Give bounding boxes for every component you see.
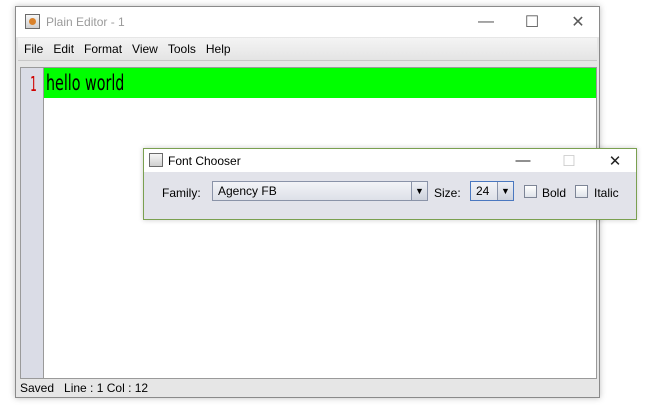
menu-view[interactable]: View	[126, 38, 162, 56]
window-title: Plain Editor - 1	[46, 15, 125, 29]
line-number: 1	[30, 72, 37, 96]
chevron-down-icon[interactable]: ▼	[411, 182, 427, 200]
current-line-highlight[interactable]: hello world	[44, 68, 596, 98]
close-button[interactable]: ✕	[555, 7, 601, 37]
minimize-button[interactable]: —	[463, 7, 509, 37]
menu-edit[interactable]: Edit	[47, 38, 78, 56]
menu-bar: File Edit Format View Tools Help	[18, 38, 597, 61]
dialog-minimize-button[interactable]: —	[500, 149, 546, 172]
italic-checkbox[interactable]	[575, 185, 588, 198]
editor-line-text[interactable]: hello world	[46, 71, 124, 95]
maximize-button[interactable]: ☐	[509, 7, 555, 37]
family-label: Family:	[162, 186, 201, 200]
font-chooser-dialog: Font Chooser — ☐ ✕ Family: Agency FB ▼ S…	[143, 148, 637, 220]
java-app-icon	[25, 14, 40, 29]
italic-label[interactable]: Italic	[594, 186, 619, 200]
status-bar: Saved Line : 1 Col : 12	[20, 381, 149, 395]
line-number-gutter: 1	[21, 68, 44, 378]
java-app-icon	[149, 153, 163, 167]
dialog-maximize-button[interactable]: ☐	[546, 149, 592, 172]
menu-format[interactable]: Format	[78, 38, 126, 56]
text-editor[interactable]: 1 hello world	[20, 67, 597, 379]
bold-label[interactable]: Bold	[542, 186, 566, 200]
family-select[interactable]: Agency FB ▼	[212, 181, 428, 201]
menu-file[interactable]: File	[18, 38, 47, 56]
dialog-title-bar[interactable]: Font Chooser — ☐ ✕	[144, 149, 636, 172]
size-value: 24	[476, 184, 490, 198]
bold-checkbox[interactable]	[524, 185, 537, 198]
size-select[interactable]: 24 ▼	[470, 181, 514, 201]
menu-tools[interactable]: Tools	[162, 38, 200, 56]
title-bar[interactable]: Plain Editor - 1 — ☐ ✕	[16, 7, 599, 37]
dialog-title: Font Chooser	[168, 154, 241, 168]
size-label: Size:	[434, 186, 461, 200]
menu-help[interactable]: Help	[200, 38, 235, 56]
chevron-down-icon[interactable]: ▼	[497, 182, 513, 200]
family-value: Agency FB	[218, 184, 277, 198]
dialog-close-button[interactable]: ✕	[592, 149, 638, 172]
